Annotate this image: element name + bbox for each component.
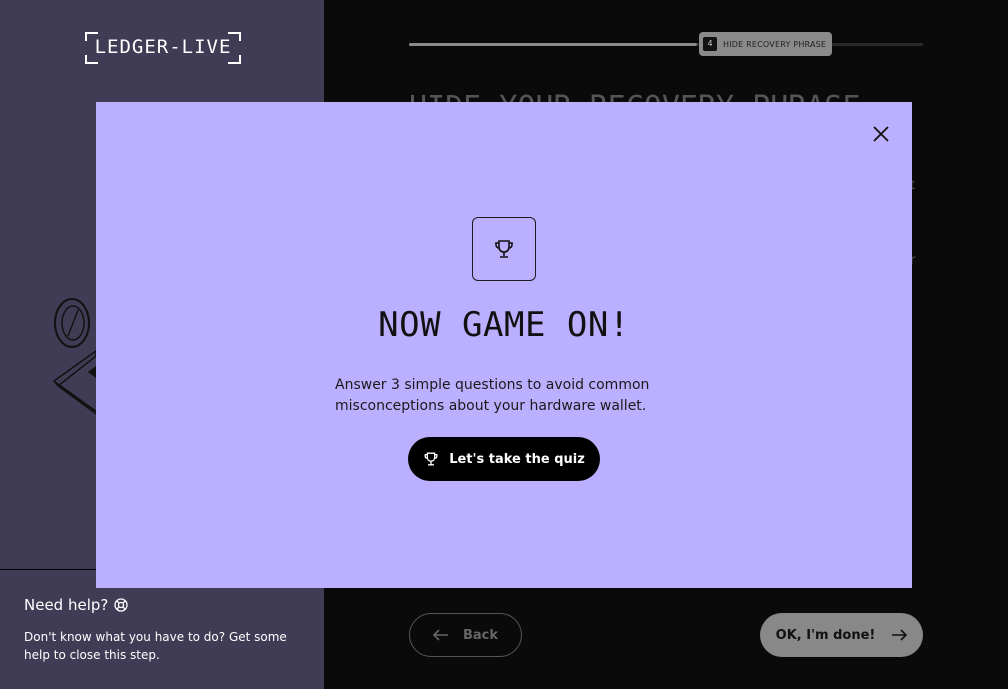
- arrow-right-icon: [892, 629, 908, 641]
- modal-description: Answer 3 simple questions to avoid commo…: [335, 377, 650, 414]
- modal-close-button[interactable]: [870, 123, 892, 145]
- step-number: 4: [703, 37, 717, 51]
- step-badge: 4 HIDE RECOVERY PHRASE: [699, 32, 833, 56]
- step-label: HIDE RECOVERY PHRASE: [723, 39, 827, 49]
- need-help-description: Don't know what you have to do? Get some…: [24, 630, 287, 662]
- trophy-icon: [424, 452, 438, 466]
- need-help-title: Need help?: [24, 596, 109, 614]
- modal-title: NOW GAME ON!: [378, 305, 630, 345]
- trophy-icon: [495, 240, 513, 258]
- arrow-left-icon: [432, 629, 448, 641]
- done-button-label: OK, I'm done!: [775, 627, 876, 643]
- take-quiz-label: Let's take the quiz: [449, 451, 585, 467]
- need-help-link[interactable]: Need help?: [24, 596, 129, 614]
- step-progress-bar: [409, 43, 923, 46]
- logo-text: LEDGER-LIVE: [94, 36, 232, 58]
- take-quiz-button[interactable]: Let's take the quiz: [408, 437, 600, 481]
- step-progress-fill: [409, 43, 697, 46]
- back-button[interactable]: Back: [409, 613, 522, 657]
- close-icon: [873, 126, 889, 142]
- ledger-live-logo: LEDGER-LIVE: [85, 32, 241, 64]
- done-button[interactable]: OK, I'm done!: [760, 613, 923, 657]
- trophy-icon-box: [472, 217, 536, 281]
- lifebuoy-icon: [114, 598, 129, 612]
- back-button-label: Back: [462, 627, 499, 643]
- quiz-modal: NOW GAME ON! Answer 3 simple questions t…: [96, 102, 912, 588]
